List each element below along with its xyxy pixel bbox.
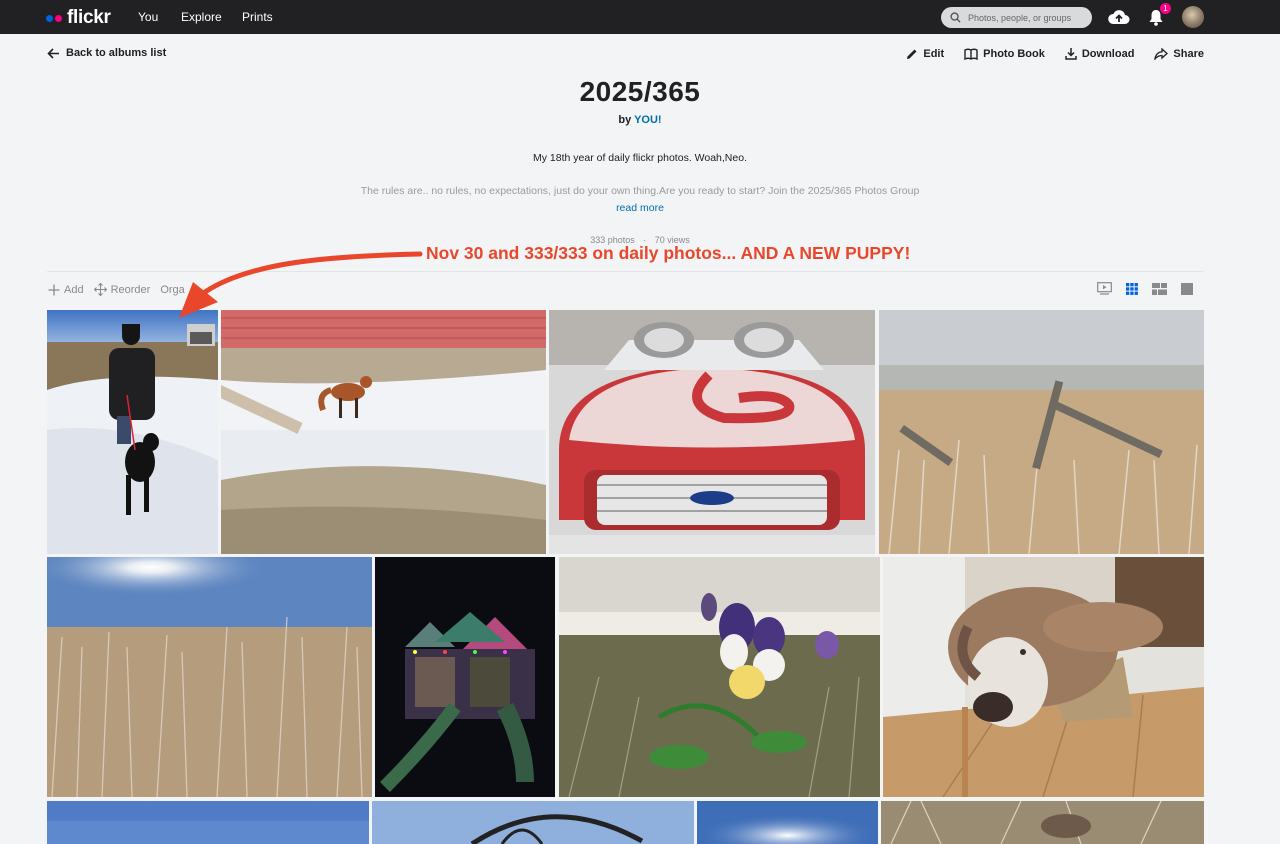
logo-blue-dot [46, 14, 53, 22]
book-icon [964, 48, 978, 60]
download-button[interactable]: Download [1065, 47, 1135, 60]
search-icon [950, 12, 961, 23]
album-actions: Edit Photo Book Download Share [906, 47, 1204, 60]
album-title: 2025/365 [579, 76, 701, 107]
edit-label: Edit [923, 47, 945, 60]
logo-text: flickr [67, 7, 111, 28]
single-icon[interactable] [1181, 282, 1193, 295]
top-navigation-bar: flickr You Explore Prints 1 [0, 0, 1280, 34]
back-to-albums-link[interactable]: Back to albums list [47, 47, 166, 59]
photo-image [881, 801, 1204, 844]
organize-button[interactable]: Orga [160, 283, 184, 296]
download-label: Download [1081, 47, 1135, 60]
owner-link[interactable]: YOU! [634, 114, 662, 126]
share-label: Share [1173, 47, 1204, 60]
move-icon [93, 283, 107, 296]
share-icon [1154, 47, 1169, 60]
photo-image [47, 801, 369, 844]
read-more-link[interactable]: read more [0, 202, 1280, 214]
upload-cloud-icon[interactable] [1108, 9, 1130, 25]
view-mode-switcher [1097, 282, 1193, 295]
album-description-line1: My 18th year of daily flickr photos. Woa… [533, 152, 747, 164]
annotation-text: Nov 30 and 333/333 on daily photos... AN… [426, 243, 911, 263]
photo-blue-sky[interactable] [47, 801, 369, 844]
slideshow-icon[interactable] [1097, 282, 1112, 295]
add-button[interactable]: Add [48, 283, 84, 296]
back-label: Back to albums list [66, 47, 167, 59]
add-label: Add [64, 283, 84, 296]
photo-image [47, 310, 218, 554]
organize-label: Orga [160, 283, 185, 296]
by-prefix: by [618, 114, 632, 126]
reorder-button[interactable]: Reorder [93, 283, 151, 296]
pencil-icon [907, 49, 917, 59]
flickr-logo[interactable]: flickr [46, 7, 111, 29]
edit-button[interactable]: Edit [906, 47, 944, 60]
nav-prints[interactable]: Prints [242, 10, 273, 24]
search-box[interactable] [941, 7, 1092, 28]
photo-image [559, 557, 880, 797]
photo-image [375, 557, 555, 797]
avatar[interactable] [1182, 6, 1204, 28]
photo-frosted-red-ford-truck[interactable] [549, 310, 875, 554]
photo-sleeping-old-dog[interactable] [883, 557, 1204, 797]
notification-badge: 1 [1160, 3, 1171, 14]
reorder-label: Reorder [110, 283, 151, 296]
photo-sun-flare-sky[interactable] [697, 801, 878, 844]
mosaic-icon[interactable] [1152, 282, 1167, 295]
plus-icon [48, 284, 60, 295]
divider [47, 271, 1204, 272]
photo-image [372, 801, 694, 844]
photo-image [879, 310, 1204, 554]
photo-book-label: Photo Book [983, 47, 1045, 60]
photo-image [549, 310, 875, 554]
search-input[interactable] [966, 11, 1090, 24]
share-button[interactable]: Share [1154, 47, 1204, 60]
photo-image [883, 557, 1204, 797]
photo-dry-grass-closeup[interactable] [881, 801, 1204, 844]
album-toolbar: Add Reorder Orga [48, 283, 185, 296]
nav-you[interactable]: You [138, 10, 158, 24]
photo-image [47, 557, 372, 797]
photo-sun-over-frosted-grass[interactable] [47, 557, 372, 797]
album-description-line2: The rules are.. no rules, no expectation… [360, 185, 920, 197]
justified-grid-icon[interactable] [1126, 282, 1138, 295]
nav-explore[interactable]: Explore [181, 10, 222, 24]
photo-pansy-flower[interactable] [559, 557, 880, 797]
album-byline: by YOU! [0, 114, 1280, 126]
photo-metal-arch-sky[interactable] [372, 801, 694, 844]
download-icon [1065, 48, 1077, 60]
photo-fox-in-snow[interactable] [221, 310, 546, 554]
photo-woman-with-puppy-snow[interactable] [47, 310, 218, 554]
photo-image [221, 310, 546, 554]
photo-frosted-field-fence[interactable] [879, 310, 1204, 554]
photo-playground-night-lights[interactable] [375, 557, 555, 797]
photo-book-button[interactable]: Photo Book [964, 47, 1045, 60]
arrow-left-icon [47, 47, 59, 59]
logo-pink-dot [55, 14, 62, 22]
photo-image [697, 801, 878, 844]
